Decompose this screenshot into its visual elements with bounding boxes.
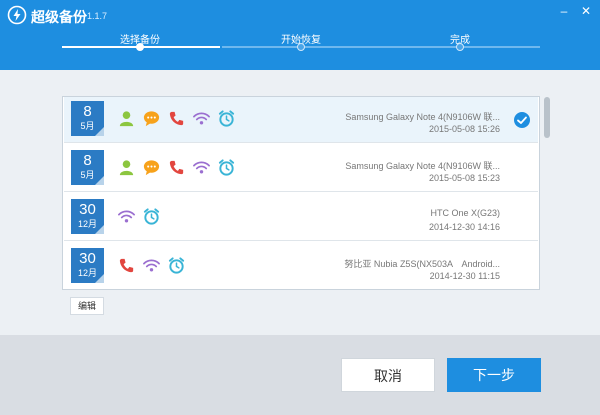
cancel-button[interactable]: 取消 (341, 358, 435, 392)
wifi-icon (192, 109, 211, 129)
date-day: 8 (83, 152, 92, 169)
backup-row[interactable]: 8 5月 Samsung Galaxy Note 4(N9106W 联... 2… (64, 146, 538, 192)
backup-content-icons (117, 109, 236, 129)
device-name: Samsung Galaxy Note 4(N9106W 联... (345, 112, 500, 122)
date-day: 30 (79, 250, 96, 267)
call-log-icon (117, 256, 136, 276)
step-progress-remaining (222, 46, 540, 48)
step-dot-done (456, 43, 464, 51)
title-bar: 超级备份 1.1.7 – ✕ 选择备份 开始恢复 完成 (0, 0, 600, 70)
backup-time: 2014-12-30 11:15 (429, 271, 500, 281)
sms-icon (142, 109, 161, 129)
date-badge: 30 12月 (71, 199, 104, 234)
backup-content-icons (117, 256, 186, 276)
list-scrollbar[interactable] (544, 97, 550, 138)
wifi-icon (142, 256, 161, 276)
backup-row[interactable]: 8 5月 Samsung Galaxy Note 4(N9106W 联... 2… (64, 97, 538, 143)
backup-time: 2015-05-08 15:23 (428, 173, 500, 183)
close-button[interactable]: ✕ (578, 3, 594, 19)
alarm-icon (142, 207, 161, 227)
wifi-icon (117, 207, 136, 227)
date-month: 5月 (80, 121, 95, 131)
app-version: 1.1.7 (87, 11, 108, 21)
date-day: 30 (79, 201, 96, 218)
step-dot-restore (297, 43, 305, 51)
date-badge: 8 5月 (71, 101, 104, 136)
date-month: 12月 (77, 219, 97, 229)
alarm-icon (217, 158, 236, 178)
sms-icon (142, 158, 161, 178)
backup-content-icons (117, 158, 236, 178)
app-title: 超级备份 (31, 9, 87, 25)
backup-time: 2015-05-08 15:26 (428, 124, 500, 134)
backup-row[interactable]: 30 12月 HTC One X(G23) 2014-12-30 14:16 (64, 195, 538, 241)
backup-list: 8 5月 Samsung Galaxy Note 4(N9106W 联... 2… (62, 96, 540, 290)
call-log-icon (167, 109, 186, 129)
backup-row[interactable]: 30 12月 努比亚 Nubia Z5S(NX503A Android... 2… (64, 244, 538, 289)
step-dot-select (136, 43, 144, 51)
alarm-icon (217, 109, 236, 129)
backup-time: 2014-12-30 14:16 (428, 222, 500, 232)
date-day: 8 (83, 103, 92, 120)
device-name: Samsung Galaxy Note 4(N9106W 联... (345, 161, 500, 171)
date-month: 12月 (77, 268, 97, 278)
selected-check-icon[interactable] (514, 112, 530, 128)
call-log-icon (167, 158, 186, 178)
app-logo-icon (7, 5, 27, 25)
next-button[interactable]: 下一步 (447, 358, 541, 392)
date-badge: 8 5月 (71, 150, 104, 185)
date-badge: 30 12月 (71, 248, 104, 283)
contacts-icon (117, 158, 136, 178)
minimize-button[interactable]: – (556, 3, 572, 19)
device-name: HTC One X(G23) (430, 208, 500, 218)
alarm-icon (167, 256, 186, 276)
date-month: 5月 (80, 170, 95, 180)
edit-button[interactable]: 编辑 (70, 297, 104, 315)
wifi-icon (192, 158, 211, 178)
backup-content-icons (117, 207, 161, 227)
device-name: 努比亚 Nubia Z5S(NX503A Android... (344, 259, 500, 269)
contacts-icon (117, 109, 136, 129)
